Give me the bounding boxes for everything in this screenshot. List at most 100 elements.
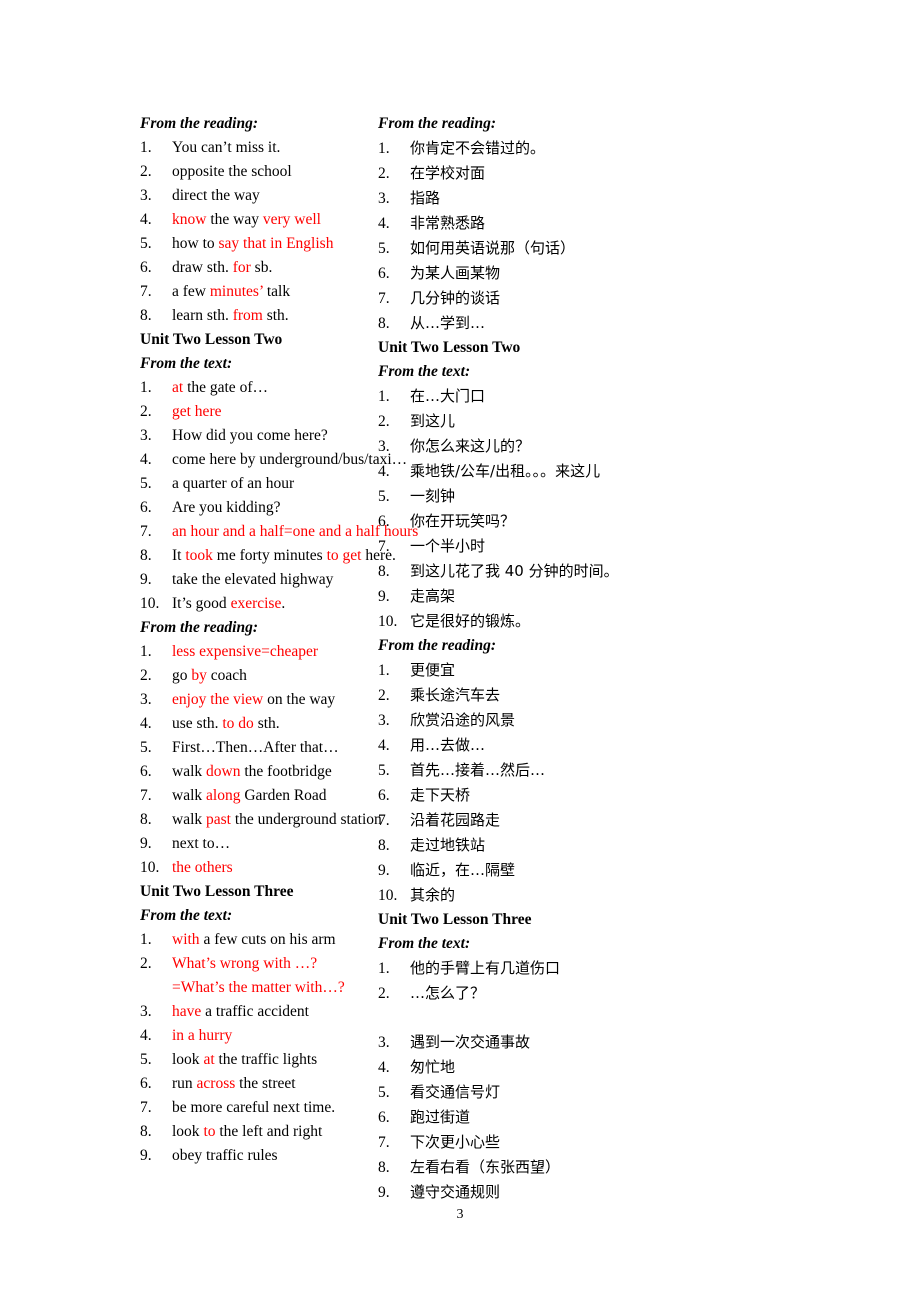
list-item: 3. direct the way (140, 184, 340, 208)
phrase-list: 1. with a few cuts on his arm 2. What’s wro… (140, 928, 345, 1168)
list-item-text: get here (172, 400, 340, 424)
list-item: 9. take the elevated highway (140, 568, 340, 592)
list-item-text: 遵守交通规则 (410, 1180, 920, 1205)
list-item: 2. 在学校对面 (378, 161, 920, 186)
highlighted-phrase: What’s wrong with …? (172, 955, 318, 972)
list-item-text: 其余的 (410, 883, 920, 908)
list-item-number: 8. (378, 837, 390, 854)
list-item-continuation: 2.=What’s the matter with…? (140, 976, 345, 1000)
list-item-number: 7. (140, 1099, 152, 1116)
list-item-text: at the gate of… (172, 376, 340, 400)
list-item: 7. 几分钟的谈话 (378, 286, 920, 311)
highlighted-phrase: took (185, 547, 213, 564)
list-item-text: 左看右看（东张西望） (410, 1155, 920, 1180)
phrase: 用…去做… (410, 736, 486, 754)
highlighted-phrase: for (232, 259, 251, 276)
phrase: 它是很好的锻炼。 (410, 612, 531, 630)
list-item-text: walk along Garden Road (172, 784, 340, 808)
list-item-number: 1. (140, 139, 152, 156)
phrase: how to (172, 235, 219, 252)
list-item: 3. have a traffic accident (140, 1000, 340, 1024)
list-item-number: 6. (378, 787, 390, 804)
phrase: the left and right (215, 1123, 323, 1140)
highlighted-phrase: have (172, 1003, 202, 1020)
highlighted-phrase: across (196, 1075, 236, 1092)
list-item: 4. in a hurry (140, 1024, 340, 1048)
list-item-text: 看交通信号灯 (410, 1080, 920, 1105)
phrase: sth. (262, 307, 289, 324)
list-item: 10. 其余的 (378, 883, 920, 908)
list-item-number: 4. (378, 215, 390, 232)
list-item-number: 3. (140, 1003, 152, 1020)
phrase: sb. (250, 259, 273, 276)
list-item-text: 指路 (410, 186, 920, 211)
phrase: 一刻钟 (410, 487, 456, 505)
list-item: 3. How did you come here? (140, 424, 340, 448)
list-item: 9. 临近，在…隔壁 (378, 858, 920, 883)
phrase: on the way (263, 691, 336, 708)
list-item-text: the others (172, 856, 340, 880)
list-item-text: 走下天桥 (410, 783, 920, 808)
list-item-number: 7. (378, 812, 390, 829)
list-item-text: 在…大门口 (410, 384, 920, 409)
list-item: 9. next to… (140, 832, 340, 856)
list-item-number: 1. (378, 662, 390, 679)
list-item: 1. 在…大门口 (378, 384, 920, 409)
list-item-text: with a few cuts on his arm (172, 928, 340, 952)
phrase: 匆忙地 (410, 1058, 456, 1076)
content-section: From the text: 1. 他的手臂上有几道伤口 2. …怎么了？ 3. 遇到一次… (378, 932, 920, 1205)
list-item: 7. 下次更小心些 (378, 1130, 920, 1155)
content-section: From the reading: 1. 你肯定不会错过的。 2. 在学校对面 3. 指路 4… (378, 112, 920, 336)
phrase-list: 1. 更便宜 2. 乘长途汽车去 3. 欣赏沿途的风景 4. 用…去做… 5. 首先…接着…然后…… (378, 658, 920, 908)
list-item-number: 5. (378, 240, 390, 257)
phrase: look (172, 1051, 204, 1068)
phrase: 非常熟悉路 (410, 214, 486, 232)
content-section: From the reading: 1. You can’t miss it. 2. o… (140, 112, 340, 328)
list-item-text: 下次更小心些 (410, 1130, 920, 1155)
phrase: walk (172, 811, 207, 828)
list-item-number: 9. (378, 588, 390, 605)
list-item: 6. draw sth. for sb. (140, 256, 340, 280)
list-item-text: have a traffic accident (172, 1000, 340, 1024)
list-item-text: take the elevated highway (172, 568, 340, 592)
list-item-number: 10. (140, 595, 160, 612)
highlighted-phrase: by (191, 667, 207, 684)
phrase: a traffic accident (201, 1003, 309, 1020)
list-item-number: 2. (378, 985, 390, 1002)
list-item: 6. 跑过街道 (378, 1105, 920, 1130)
list-item: 7. 一个半小时 (378, 534, 920, 559)
list-item: 6. 走下天桥 (378, 783, 920, 808)
list-item-number: 3. (378, 438, 390, 455)
content-section: Unit Two Lesson Three (140, 880, 340, 904)
page-number: 3 (456, 1207, 464, 1222)
phrase-list: 1. at the gate of… 2. get here 3. How did you… (140, 376, 418, 616)
highlighted-phrase: along (206, 787, 241, 804)
phrase-list: 1. less expensive=cheaper 2. go by coach 3. e… (140, 640, 382, 880)
list-item: 5. 首先…接着…然后… (378, 758, 920, 783)
phrase: use sth. (172, 715, 223, 732)
unit-heading: Unit Two Lesson Two (378, 339, 521, 356)
list-item: 4. 匆忙地 (378, 1055, 920, 1080)
list-item: 6. Are you kidding? (140, 496, 340, 520)
list-item-text: learn sth. from sth. (172, 304, 340, 328)
phrase: 乘长途汽车去 (410, 686, 501, 704)
list-item-number: 4. (140, 211, 152, 228)
english-column: From the reading: 1. You can’t miss it. 2. o… (0, 112, 418, 1205)
content-section: Unit Two Lesson Two (140, 328, 340, 352)
list-item-number: 9. (378, 862, 390, 879)
list-item: 2. 乘长途汽车去 (378, 683, 920, 708)
continuation-text: =What’s the matter with…? (172, 976, 345, 1000)
list-item-text: 匆忙地 (410, 1055, 920, 1080)
list-item-number: 7. (140, 523, 152, 540)
list-item-text: next to… (172, 832, 340, 856)
list-item-number: 9. (140, 1147, 152, 1164)
list-item-number: 10. (378, 887, 398, 904)
list-item: 3. 遇到一次交通事故 (378, 1030, 920, 1055)
list-item-number: 4. (140, 451, 152, 468)
list-item: 1. at the gate of… (140, 376, 340, 400)
phrase: 走过地铁站 (410, 836, 486, 854)
phrase: First…Then…After that… (172, 739, 339, 756)
phrase: It’s good (172, 595, 231, 612)
phrase: obey traffic rules (172, 1147, 278, 1164)
list-item: 1. 你肯定不会错过的。 (378, 136, 920, 161)
